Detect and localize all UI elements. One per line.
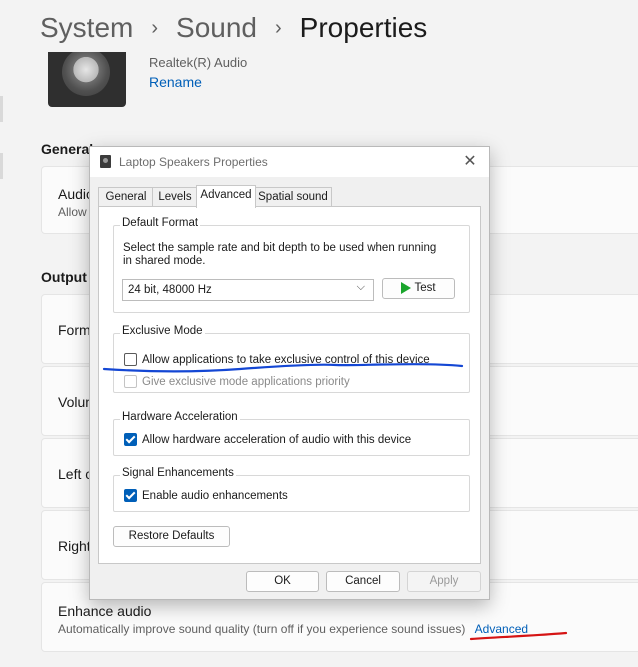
format-select[interactable]: 24 bit, 48000 Hz ⌵ bbox=[122, 279, 374, 301]
dialog-titlebar[interactable]: Laptop Speakers Properties ✕ bbox=[90, 147, 489, 177]
restore-defaults-button[interactable]: Restore Defaults bbox=[113, 526, 230, 547]
breadcrumb: System › Sound › Properties bbox=[40, 8, 427, 48]
ok-button[interactable]: OK bbox=[246, 571, 319, 592]
checkbox-label: Allow applications to take exclusive con… bbox=[142, 353, 430, 366]
nav-edge bbox=[0, 153, 3, 179]
group-title: Exclusive Mode bbox=[120, 325, 205, 337]
tab-advanced[interactable]: Advanced bbox=[196, 185, 256, 208]
apply-button: Apply bbox=[407, 571, 481, 592]
dialog-title: Laptop Speakers Properties bbox=[119, 155, 268, 169]
default-format-group: Default Format Select the sample rate an… bbox=[113, 217, 470, 313]
checkbox-box[interactable] bbox=[124, 433, 137, 446]
nav-edge bbox=[0, 96, 3, 122]
format-select-value: 24 bit, 48000 Hz bbox=[128, 284, 212, 296]
advanced-panel: Default Format Select the sample rate an… bbox=[98, 206, 481, 564]
enhance-audio-description: Automatically improve sound quality (tur… bbox=[58, 622, 466, 636]
cancel-button[interactable]: Cancel bbox=[326, 571, 400, 592]
enhance-audio-sub: Automatically improve sound quality (tur… bbox=[58, 622, 528, 636]
group-title: Hardware Acceleration bbox=[120, 411, 240, 423]
enhance-audio-title: Enhance audio bbox=[58, 603, 152, 619]
hardware-acceleration-group: Hardware Acceleration Allow hardware acc… bbox=[113, 411, 470, 456]
checkbox-box[interactable] bbox=[124, 353, 137, 366]
tab-levels[interactable]: Levels bbox=[152, 187, 198, 207]
card-label: Form bbox=[58, 322, 91, 338]
rename-link[interactable]: Rename bbox=[149, 74, 202, 90]
test-label: Test bbox=[414, 282, 436, 294]
checkbox-box[interactable] bbox=[124, 489, 137, 502]
breadcrumb-system[interactable]: System bbox=[40, 12, 133, 44]
section-output: Output bbox=[41, 269, 87, 285]
tab-spatial-sound[interactable]: Spatial sound bbox=[254, 187, 332, 207]
card-label: Left c bbox=[58, 466, 93, 482]
breadcrumb-chevron-icon: › bbox=[275, 16, 282, 39]
signal-enhancements-group: Signal Enhancements Enable audio enhance… bbox=[113, 467, 470, 512]
card-sub: Allow bbox=[58, 205, 87, 219]
checkbox-label: Give exclusive mode applications priorit… bbox=[142, 375, 350, 388]
checkbox-box bbox=[124, 375, 137, 388]
checkbox-label: Enable audio enhancements bbox=[142, 489, 288, 502]
exclusive-mode-group: Exclusive Mode Allow applications to tak… bbox=[113, 325, 470, 393]
test-button[interactable]: Test bbox=[382, 278, 455, 299]
advanced-link[interactable]: Advanced bbox=[475, 622, 528, 636]
audio-enhancements-checkbox[interactable]: Enable audio enhancements bbox=[124, 489, 288, 502]
checkbox-label: Allow hardware acceleration of audio wit… bbox=[142, 433, 412, 446]
breadcrumb-sound[interactable]: Sound bbox=[176, 12, 257, 44]
chevron-down-icon: ⌵ bbox=[356, 281, 365, 293]
properties-dialog: Laptop Speakers Properties ✕ General Lev… bbox=[89, 146, 490, 600]
group-title: Default Format bbox=[120, 217, 201, 229]
group-title: Signal Enhancements bbox=[120, 467, 236, 479]
device-name: Realtek(R) Audio bbox=[149, 55, 248, 70]
page-title: Properties bbox=[299, 12, 428, 43]
play-icon bbox=[401, 281, 412, 294]
format-description: in shared mode. bbox=[123, 255, 206, 267]
hardware-acceleration-checkbox[interactable]: Allow hardware acceleration of audio wit… bbox=[124, 433, 411, 446]
card-label: Right bbox=[58, 538, 91, 554]
breadcrumb-chevron-icon: › bbox=[151, 16, 159, 39]
exclusive-control-checkbox[interactable]: Allow applications to take exclusive con… bbox=[124, 353, 430, 366]
close-icon[interactable]: ✕ bbox=[457, 150, 483, 174]
speaker-icon bbox=[100, 155, 111, 168]
section-general: General bbox=[41, 141, 94, 157]
exclusive-priority-checkbox: Give exclusive mode applications priorit… bbox=[124, 375, 350, 388]
format-description: Select the sample rate and bit depth to … bbox=[123, 242, 437, 254]
speaker-icon bbox=[48, 52, 126, 107]
tab-general[interactable]: General bbox=[98, 187, 154, 207]
